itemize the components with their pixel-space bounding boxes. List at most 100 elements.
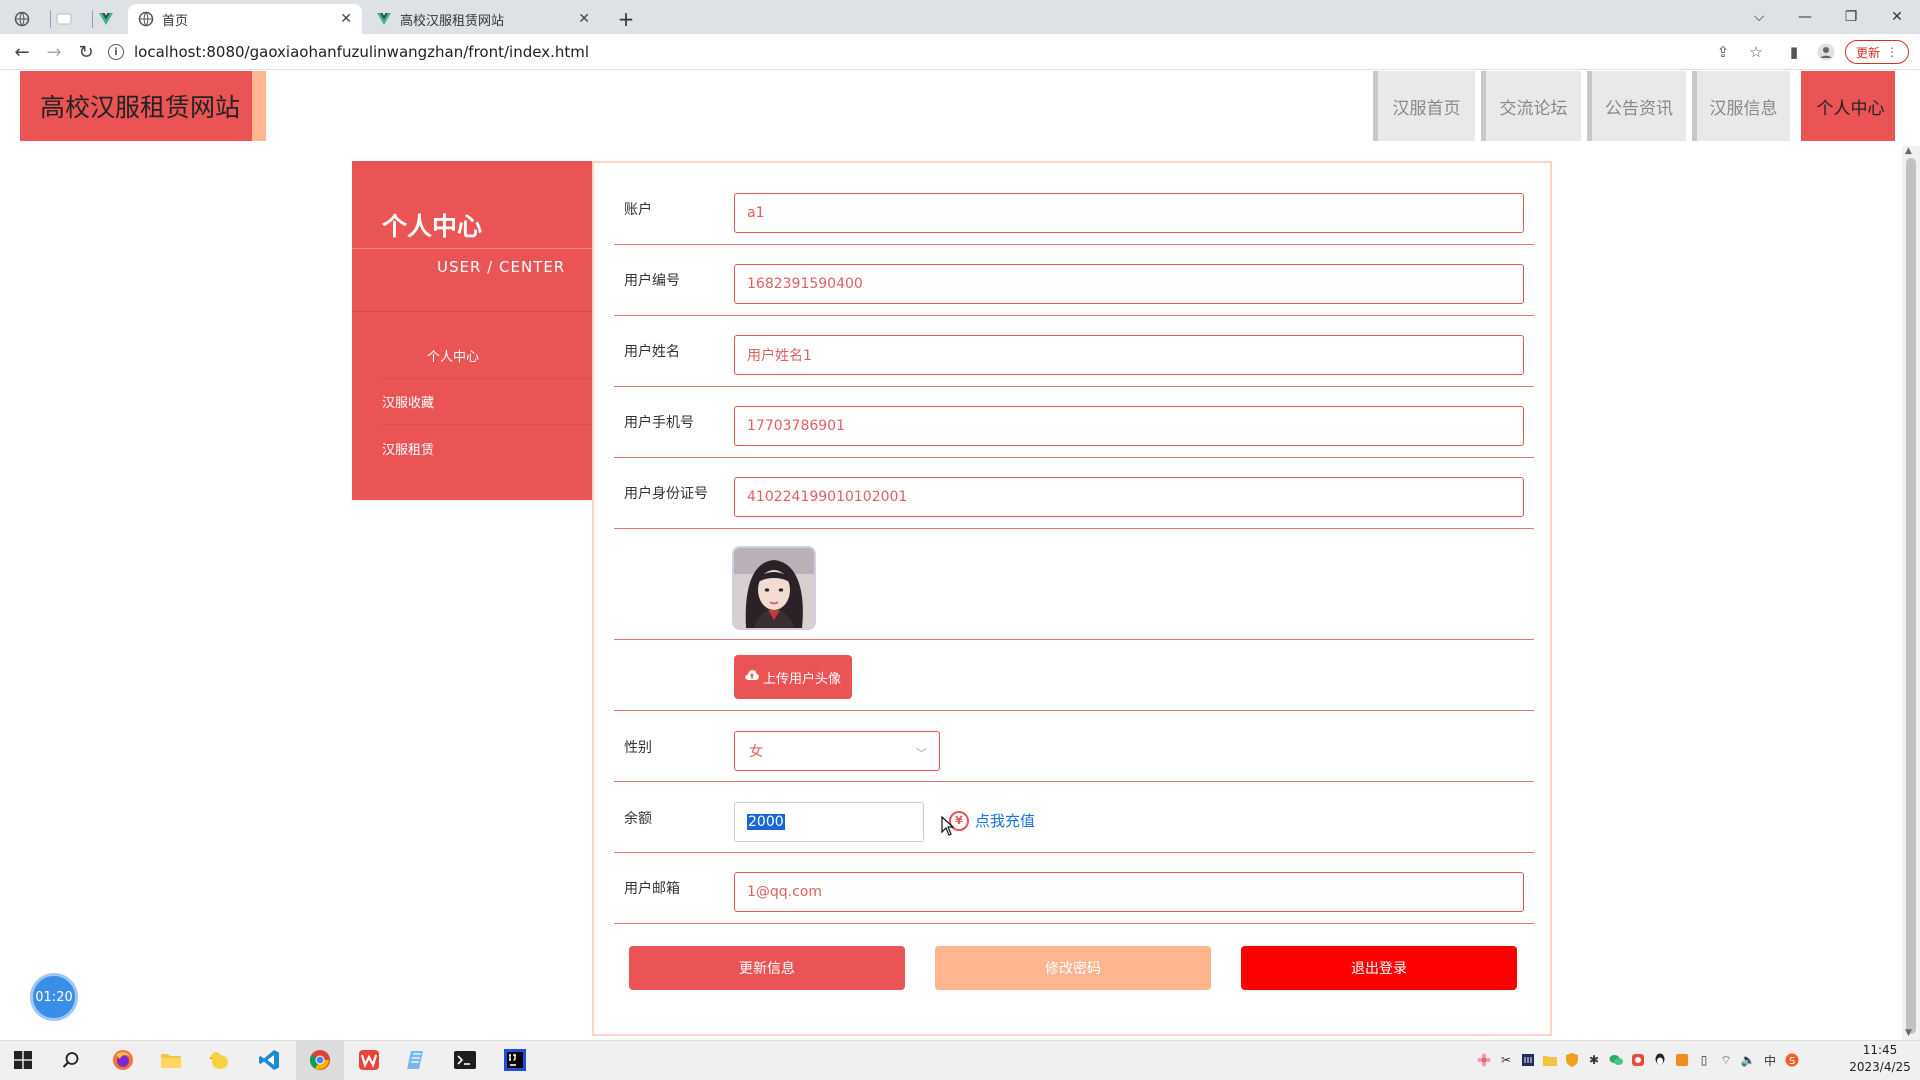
nav-hanfu-home[interactable]: 汉服首页 bbox=[1373, 71, 1475, 141]
close-window-button[interactable]: ✕ bbox=[1874, 0, 1920, 34]
tray-volume-icon[interactable]: 🔈 bbox=[1740, 1052, 1756, 1068]
logout-label: 退出登录 bbox=[1351, 961, 1407, 977]
gender-label: 性别 bbox=[624, 740, 652, 756]
form-row-email: 用户邮箱 1@qq.com bbox=[614, 853, 1534, 924]
browser-tabstrip: 首页 ✕ 高校汉服租赁网站 ✕ + ⌵ — ❐ ✕ bbox=[0, 0, 1920, 34]
scroll-down-icon[interactable]: ▼ bbox=[1905, 1028, 1912, 1038]
minimize-button[interactable]: — bbox=[1782, 0, 1828, 34]
clock-time: 11:45 bbox=[1862, 1043, 1898, 1057]
reload-button[interactable]: ↻ bbox=[74, 40, 98, 64]
tray-network-icon[interactable]: ⌔ bbox=[1718, 1052, 1734, 1068]
search-icon[interactable] bbox=[56, 1046, 86, 1074]
clock-date: 2023/4/25 bbox=[1849, 1060, 1911, 1074]
recharge-link[interactable]: ¥ 点我充值 bbox=[949, 810, 1035, 831]
balance-input[interactable]: 2000 bbox=[734, 802, 924, 842]
vscode-icon[interactable] bbox=[254, 1046, 284, 1074]
tray-qq-icon[interactable] bbox=[1652, 1052, 1668, 1068]
duck-app-icon[interactable] bbox=[204, 1046, 234, 1074]
nav-forum[interactable]: 交流论坛 bbox=[1481, 71, 1581, 141]
tab-search-button[interactable]: ⌵ bbox=[1736, 0, 1782, 34]
windows-start-icon[interactable] bbox=[8, 1046, 38, 1074]
cloud-upload-icon bbox=[745, 669, 759, 685]
tab-home[interactable]: 首页 ✕ bbox=[128, 4, 362, 34]
bookmark-star-icon[interactable]: ☆ bbox=[1746, 42, 1766, 62]
tray-shield-icon[interactable] bbox=[1564, 1052, 1580, 1068]
tab-separator bbox=[50, 10, 51, 28]
logo-accent-bar bbox=[252, 71, 266, 141]
form-row-user-no: 用户编号 1682391590400 bbox=[614, 245, 1534, 316]
tray-chat-icon[interactable] bbox=[1608, 1052, 1624, 1068]
tray-usb-icon[interactable]: ▯ bbox=[1696, 1052, 1712, 1068]
tray-ime-icon[interactable] bbox=[1520, 1052, 1536, 1068]
tab-pinned-3[interactable] bbox=[98, 4, 130, 34]
form-row-account: 账户 a1 bbox=[614, 163, 1534, 245]
sidebar-item-user-center[interactable]: 个人中心 bbox=[382, 333, 592, 379]
nav-announcements[interactable]: 公告资讯 bbox=[1587, 71, 1686, 141]
nav-user-center[interactable]: 个人中心 bbox=[1801, 71, 1895, 141]
update-info-label: 更新信息 bbox=[739, 961, 795, 977]
blank-page-icon bbox=[56, 11, 72, 27]
tab-site[interactable]: 高校汉服租赁网站 ✕ bbox=[366, 4, 600, 34]
tray-bluetooth-icon[interactable]: ✱ bbox=[1586, 1052, 1602, 1068]
sidebar-subtitle: USER / CENTER bbox=[437, 258, 566, 276]
user-no-input[interactable]: 1682391590400 bbox=[734, 264, 1524, 304]
arrow-left-icon: ← bbox=[14, 41, 30, 63]
phone-input[interactable]: 17703786901 bbox=[734, 406, 1524, 446]
ime-language-label: 中 bbox=[1763, 1053, 1776, 1068]
tray-orange-app-icon[interactable] bbox=[1674, 1052, 1690, 1068]
nav-hanfu-info[interactable]: 汉服信息 bbox=[1692, 71, 1790, 141]
sidebar-item-favorites[interactable]: 汉服收藏 bbox=[382, 379, 592, 425]
user-avatar-image bbox=[734, 548, 814, 628]
gender-select[interactable]: 女 ﹀ bbox=[734, 731, 940, 771]
scroll-up-icon[interactable]: ▲ bbox=[1905, 146, 1912, 156]
tab-pinned-1[interactable] bbox=[14, 4, 46, 34]
profile-icon[interactable] bbox=[1816, 42, 1836, 62]
terminal-icon[interactable] bbox=[450, 1046, 480, 1074]
firefox-icon[interactable] bbox=[108, 1046, 138, 1074]
chrome-icon[interactable] bbox=[305, 1046, 335, 1074]
timer-value: 01:20 bbox=[35, 989, 73, 1005]
url-field[interactable]: i localhost:8080/gaoxiaohanfuzulinwangzh… bbox=[108, 38, 1888, 66]
logout-button[interactable]: 退出登录 bbox=[1241, 946, 1517, 990]
id-card-input[interactable]: 410224199010102001 bbox=[734, 477, 1524, 517]
notepad-icon[interactable] bbox=[402, 1046, 432, 1074]
restore-button[interactable]: ❐ bbox=[1828, 0, 1874, 34]
close-tab-icon[interactable]: ✕ bbox=[340, 11, 352, 27]
intellij-icon[interactable] bbox=[500, 1046, 530, 1074]
upload-avatar-button[interactable]: 上传用户头像 bbox=[734, 655, 852, 699]
wps-office-icon[interactable] bbox=[354, 1046, 384, 1074]
tray-ime-language[interactable]: 中 bbox=[1762, 1052, 1778, 1068]
tray-app-icon[interactable] bbox=[1630, 1052, 1646, 1068]
account-label: 账户 bbox=[624, 202, 652, 218]
balance-value: 2000 bbox=[747, 814, 785, 830]
balance-label: 余额 bbox=[624, 811, 652, 827]
tray-folder-icon[interactable] bbox=[1542, 1052, 1558, 1068]
update-info-button[interactable]: 更新信息 bbox=[629, 946, 905, 990]
tray-tools-icon[interactable]: ✂ bbox=[1498, 1052, 1514, 1068]
scrollbar-thumb[interactable] bbox=[1906, 158, 1916, 1034]
update-button[interactable]: 更新 ⋮ bbox=[1845, 40, 1909, 64]
sidebar-item-rentals[interactable]: 汉服租赁 bbox=[382, 425, 592, 471]
side-panel-icon[interactable]: ▮ bbox=[1784, 42, 1804, 62]
close-tab-icon[interactable]: ✕ bbox=[578, 11, 590, 27]
tray-sogou-icon[interactable]: S bbox=[1784, 1052, 1800, 1068]
info-icon: i bbox=[108, 44, 124, 60]
forward-button[interactable]: → bbox=[42, 40, 66, 64]
chevron-down-icon: ﹀ bbox=[916, 747, 927, 760]
tab-pinned-2[interactable] bbox=[56, 4, 88, 34]
email-input[interactable]: 1@qq.com bbox=[734, 872, 1524, 912]
sidebar-item-label: 汉服租赁 bbox=[382, 442, 435, 458]
file-explorer-icon[interactable] bbox=[156, 1046, 186, 1074]
upload-avatar-label: 上传用户头像 bbox=[762, 671, 841, 687]
site-logo[interactable]: 高校汉服租赁网站 bbox=[20, 71, 252, 141]
tray-flower-icon[interactable] bbox=[1476, 1052, 1492, 1068]
back-button[interactable]: ← bbox=[10, 40, 34, 64]
recording-timer[interactable]: 01:20 bbox=[30, 973, 78, 1021]
taskbar-clock[interactable]: 11:45 2023/4/25 bbox=[1840, 1042, 1920, 1076]
share-icon[interactable]: ⇪ bbox=[1713, 42, 1733, 62]
close-icon: ✕ bbox=[1891, 9, 1903, 25]
new-tab-button[interactable]: + bbox=[614, 4, 638, 34]
user-name-input[interactable]: 用户姓名1 bbox=[734, 335, 1524, 375]
change-password-button[interactable]: 修改密码 bbox=[935, 946, 1211, 990]
account-input[interactable]: a1 bbox=[734, 193, 1524, 233]
